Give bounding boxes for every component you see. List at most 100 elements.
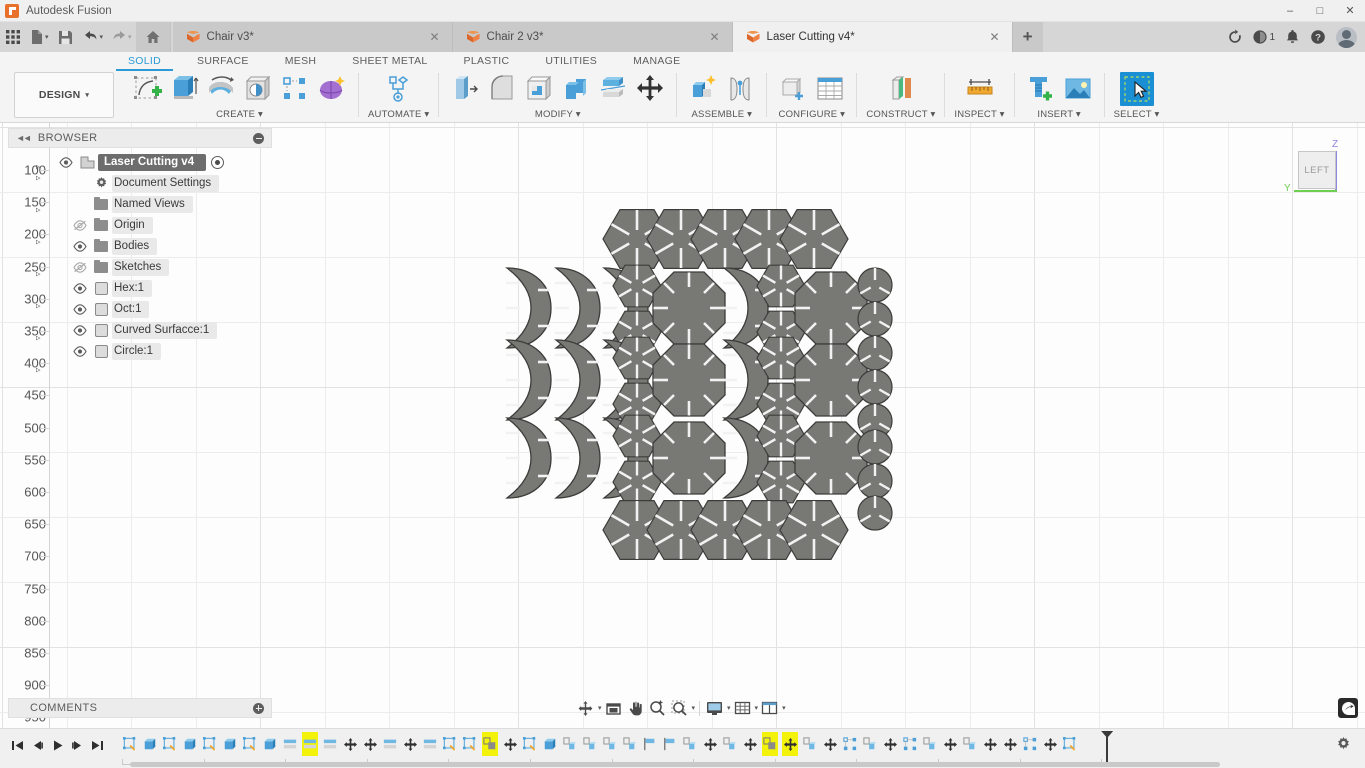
user-avatar[interactable] [1336, 26, 1357, 48]
select-tool-icon[interactable] [1119, 72, 1154, 106]
look-at-icon[interactable] [603, 697, 624, 719]
ribbon-group-label[interactable]: SELECT ▾ [1114, 109, 1160, 120]
new-component-icon[interactable] [686, 72, 720, 106]
eye-visible-icon[interactable] [70, 325, 90, 336]
help-icon[interactable]: ? [1305, 22, 1331, 52]
create-sketch-icon[interactable] [130, 72, 164, 106]
measure-icon[interactable] [963, 72, 997, 106]
maximize-button[interactable]: □ [1305, 0, 1335, 22]
design-canvas[interactable]: 100 150 200 250 300 350 400 450 500 550 600 650 700 7… [0, 123, 1365, 728]
eye-visible-icon[interactable] [56, 157, 76, 168]
timeline-settings-icon[interactable] [1336, 737, 1351, 756]
grid-snaps-icon[interactable] [732, 697, 753, 719]
timeline-track[interactable] [120, 731, 1305, 765]
combine-icon[interactable] [559, 72, 593, 106]
ribbon-group-label[interactable]: INSERT ▾ [1037, 109, 1081, 120]
eye-hidden-icon[interactable] [70, 262, 90, 273]
fillet-icon[interactable] [485, 72, 519, 106]
timeline-feature-copy[interactable] [962, 732, 978, 756]
step-back-icon[interactable] [28, 734, 46, 756]
app-grid-icon[interactable] [0, 22, 26, 52]
home-icon[interactable] [135, 22, 170, 52]
timeline-feature-split[interactable] [382, 732, 398, 756]
bell-icon[interactable] [1279, 22, 1305, 52]
timeline-feature-copy[interactable] [682, 732, 698, 756]
close-icon[interactable]: ✕ [989, 31, 999, 43]
view-cube-face[interactable]: LEFT [1298, 151, 1336, 189]
browser-tree-row[interactable]: Named Views [8, 194, 272, 215]
panel-options-icon[interactable] [253, 132, 264, 144]
view-cube[interactable]: Z LEFT Y [1284, 139, 1365, 210]
refresh-icon[interactable] [1222, 22, 1248, 52]
timeline-feature-move[interactable] [982, 732, 998, 756]
timeline-feature-copy[interactable] [922, 732, 938, 756]
comments-panel[interactable]: COMMENTS [8, 698, 272, 718]
browser-tree-row[interactable]: Document Settings [8, 173, 272, 194]
minimize-button[interactable]: – [1275, 0, 1305, 22]
timeline-feature-move[interactable] [782, 732, 798, 756]
browser-tree-row[interactable]: Laser Cutting v4 [8, 152, 272, 173]
ribbon-group-label[interactable]: INSPECT ▾ [954, 109, 1004, 120]
chevron-down-icon[interactable]: ▾ [755, 704, 759, 712]
activate-component-radio[interactable] [211, 156, 225, 169]
split-body-icon[interactable] [596, 72, 630, 106]
horizontal-scrollbar[interactable] [130, 762, 1220, 767]
timeline-feature-move[interactable] [1042, 732, 1058, 756]
timeline-feature-split[interactable] [422, 732, 438, 756]
timeline-feature-move[interactable] [742, 732, 758, 756]
ribbon-tab-utilities[interactable]: UTILITIES [527, 52, 615, 71]
timeline-feature-sketch[interactable] [462, 732, 478, 756]
redo-icon[interactable]: ▾ [107, 22, 136, 52]
timeline-feature-extrude[interactable] [222, 732, 238, 756]
step-forward-icon[interactable] [68, 734, 86, 756]
timeline-feature-flag[interactable] [642, 732, 658, 756]
timeline-feature-pattern[interactable] [902, 732, 918, 756]
ribbon-group-label[interactable]: AUTOMATE ▾ [368, 109, 429, 120]
timeline-feature-sketch[interactable] [442, 732, 458, 756]
eye-hidden-icon[interactable] [70, 220, 90, 231]
browser-tree-row[interactable]: Circle:1 [8, 341, 272, 362]
timeline-feature-sketch[interactable] [1062, 732, 1078, 756]
help-bubble-icon[interactable] [1338, 698, 1358, 718]
chevron-down-icon[interactable]: ▾ [692, 704, 696, 712]
timeline-feature-copy[interactable] [602, 732, 618, 756]
save-icon[interactable] [53, 22, 79, 52]
timeline-feature-sketch[interactable] [242, 732, 258, 756]
pan-icon[interactable] [625, 697, 646, 719]
timeline-feature-move[interactable] [502, 732, 518, 756]
ribbon-tab-plastic[interactable]: PLASTIC [446, 52, 528, 71]
ribbon-tab-mesh[interactable]: MESH [267, 52, 335, 71]
eye-visible-icon[interactable] [70, 346, 90, 357]
timeline-feature-move[interactable] [822, 732, 838, 756]
timeline-feature-flag[interactable] [662, 732, 678, 756]
timeline-feature-move[interactable] [1002, 732, 1018, 756]
add-comment-icon[interactable] [253, 702, 264, 714]
chevron-down-icon[interactable]: ▾ [727, 704, 731, 712]
automate-icon[interactable] [382, 72, 416, 106]
document-tab-chair-2-v3[interactable]: Chair 2 v3* ✕ [452, 22, 733, 52]
insert-mcmaster-part-icon[interactable] [1024, 72, 1058, 106]
ribbon-group-label[interactable]: ASSEMBLE ▾ [692, 109, 753, 120]
close-icon[interactable]: ✕ [709, 31, 719, 43]
timeline-feature-move[interactable] [942, 732, 958, 756]
ribbon-group-label[interactable]: CREATE ▾ [216, 109, 263, 120]
new-tab-button[interactable]: + [1012, 22, 1043, 52]
timeline-feature-sketch[interactable] [122, 732, 138, 756]
timeline-feature-move[interactable] [402, 732, 418, 756]
insert-image-icon[interactable] [1061, 72, 1095, 106]
ribbon-group-label[interactable]: CONSTRUCT ▾ [866, 109, 935, 120]
timeline-feature-sketch[interactable] [522, 732, 538, 756]
timeline-feature-split[interactable] [302, 732, 318, 756]
joint-icon[interactable] [723, 72, 757, 106]
skip-end-icon[interactable] [88, 734, 106, 756]
create-form-icon[interactable] [315, 72, 349, 106]
browser-tree-row[interactable]: Hex:1 [8, 278, 272, 299]
timeline-feature-extrude[interactable] [542, 732, 558, 756]
undo-icon[interactable]: ▾ [79, 22, 108, 52]
timeline-feature-sketch[interactable] [162, 732, 178, 756]
browser-tree-row[interactable]: Sketches [8, 257, 272, 278]
create-configuration-icon[interactable] [776, 72, 810, 106]
eye-visible-icon[interactable] [70, 241, 90, 252]
timeline-feature-pattern[interactable] [1022, 732, 1038, 756]
ribbon-tab-surface[interactable]: SURFACE [179, 52, 267, 71]
